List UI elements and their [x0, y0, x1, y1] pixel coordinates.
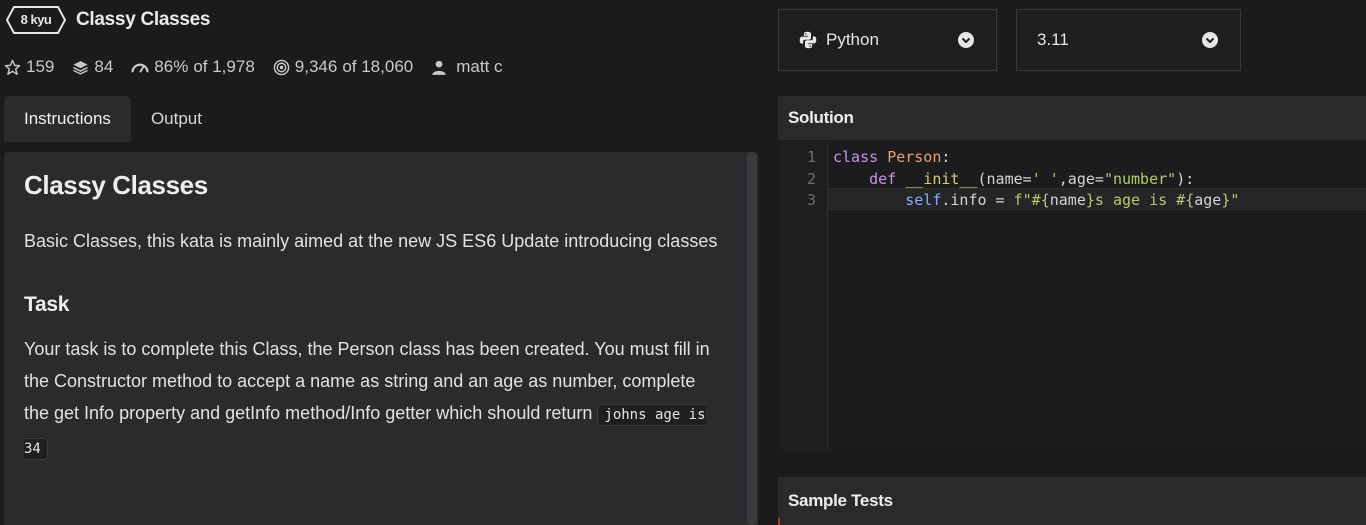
version-select-value: 3.11 [1037, 30, 1069, 49]
code-line[interactable]: class Person: [833, 148, 950, 166]
instructions-panel: Classy Classes Basic Classes, this kata … [4, 152, 758, 525]
target-icon [273, 59, 290, 75]
code-token-self: self [905, 191, 942, 209]
collections-count: 84 [94, 57, 114, 76]
rank-label: 8 kyu [20, 12, 52, 27]
code-token-function-name: __init__ [905, 170, 978, 188]
completed-total: of 18,060 [342, 57, 414, 76]
task-description: Your task is to complete this Class, the… [24, 333, 724, 465]
solution-code-editor[interactable]: 1 2 3 class Person: def __init__(name=' … [778, 142, 1366, 450]
version-select[interactable]: 3.11 [1016, 9, 1241, 71]
code-token: ,age= [1058, 170, 1104, 188]
chevron-down-icon [958, 32, 974, 48]
code-token: name [1049, 191, 1086, 209]
satisfaction-votes: of 1,978 [193, 57, 255, 76]
kata-stats: 159 84 86% of 1,978 9,346 of 18,060 matt… [4, 55, 521, 79]
tab-output[interactable]: Output [131, 96, 222, 142]
language-select-value: Python [826, 30, 879, 49]
python-icon [799, 31, 817, 49]
line-number: 1 [806, 148, 816, 166]
author-stat[interactable]: matt c [431, 57, 503, 77]
user-icon [432, 60, 446, 75]
code-token-string: ' ' [1031, 170, 1059, 188]
tab-instructions[interactable]: Instructions [4, 96, 131, 142]
code-token: .info = [941, 191, 1014, 209]
line-number-gutter: 1 2 3 [778, 142, 828, 450]
code-token-string: "number" [1103, 170, 1177, 188]
task-heading: Task [24, 293, 70, 316]
code-token-keyword: class [833, 148, 879, 166]
code-token: age [1194, 191, 1222, 209]
star-icon [4, 59, 21, 75]
code-token-string: }s age is #{ [1085, 191, 1195, 209]
completed-count: 9,346 [294, 57, 338, 76]
collections-stat[interactable]: 84 [72, 57, 113, 77]
code-line[interactable]: self.info = f"#{name}s age is #{age}" [833, 191, 1239, 209]
sample-tests-header: Sample Tests [778, 477, 1366, 525]
completed-stat: 9,346 of 18,060 [273, 57, 413, 77]
solution-title: Solution [788, 108, 854, 127]
kata-title: Classy Classes [76, 9, 211, 30]
code-token: (name= [977, 170, 1032, 188]
satisfaction-percent: 86% [154, 57, 189, 76]
instructions-scrollbar[interactable] [747, 152, 757, 525]
stars-count: 159 [26, 57, 55, 76]
instructions-heading: Classy Classes [24, 170, 208, 200]
code-token-string: }" [1221, 191, 1240, 209]
stars-stat[interactable]: 159 [4, 57, 54, 77]
code-token-class-name: Person [887, 148, 942, 166]
rank-badge: 8 kyu [6, 6, 66, 34]
code-line[interactable]: def __init__(name=' ',age="number"): [833, 170, 1194, 188]
code-token-keyword: def [869, 170, 897, 188]
solution-header: Solution [778, 96, 1366, 140]
code-token: : [941, 148, 951, 166]
gauge-icon [131, 63, 149, 73]
code-token-string: f"#{ [1013, 191, 1050, 209]
author-name[interactable]: matt c [456, 57, 502, 77]
layers-icon [73, 60, 89, 75]
instructions-content: Classy Classes Basic Classes, this kata … [24, 170, 724, 465]
line-number: 3 [806, 191, 816, 209]
line-number: 2 [806, 170, 816, 188]
sample-tests-marker [778, 518, 780, 525]
sample-tests-title: Sample Tests [788, 491, 893, 510]
satisfaction-stat: 86% of 1,978 [131, 57, 255, 77]
code-token: ): [1176, 170, 1195, 188]
instructions-tabs: Instructions Output [4, 96, 222, 142]
chevron-down-icon [1202, 32, 1218, 48]
language-select[interactable]: Python [778, 9, 997, 71]
instructions-intro: Basic Classes, this kata is mainly aimed… [24, 231, 718, 251]
